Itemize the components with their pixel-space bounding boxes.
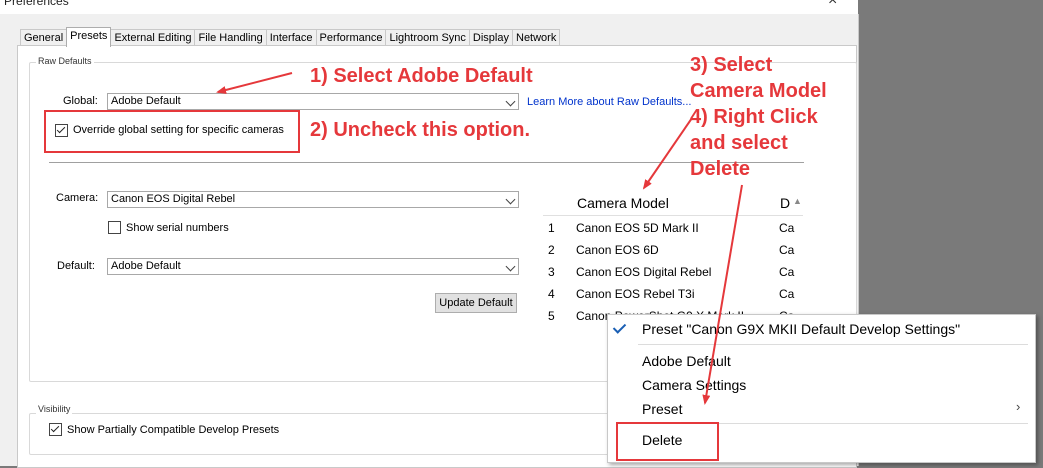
- menu-item-adobe-default[interactable]: Adobe Default: [642, 353, 731, 369]
- show-partial-label: Show Partially Compatible Develop Preset…: [67, 424, 280, 436]
- global-select[interactable]: Adobe Default: [107, 93, 519, 110]
- camera-table: Camera Model D ▲ 1 Canon EOS 5D Mark II …: [543, 190, 803, 330]
- camera-label: Camera:: [56, 192, 99, 204]
- title-bar: Preferences ×: [0, 0, 858, 14]
- override-highlight-box: [44, 110, 300, 153]
- menu-item-preset[interactable]: Preset: [642, 401, 682, 417]
- delete-highlight-box: [616, 422, 719, 461]
- annotation-step3-line2: Camera Model: [690, 80, 827, 102]
- tab-network[interactable]: Network: [512, 29, 561, 46]
- tab-presets[interactable]: Presets: [66, 27, 112, 47]
- annotation-step4-line3: Delete: [690, 158, 751, 180]
- annotation-step4-line1: 4) Right Click: [690, 106, 818, 128]
- chevron-down-icon: [505, 96, 516, 107]
- table-row[interactable]: 1 Canon EOS 5D Mark II Ca: [543, 217, 803, 239]
- chevron-down-icon: [505, 261, 516, 272]
- annotation-step2: 2) Uncheck this option.: [310, 119, 531, 141]
- global-label: Global:: [63, 95, 98, 107]
- table-row[interactable]: 4 Canon EOS Rebel T3i Ca: [543, 283, 803, 305]
- row-default: Ca: [779, 243, 795, 257]
- tab-interface[interactable]: Interface: [265, 29, 317, 46]
- camera-select-value: Canon EOS Digital Rebel: [111, 193, 236, 205]
- row-number: 3: [548, 265, 555, 279]
- tab-external-editing[interactable]: External Editing: [110, 29, 196, 46]
- row-model: Canon EOS 6D: [576, 243, 659, 257]
- column-camera-model[interactable]: Camera Model: [577, 195, 669, 211]
- update-default-button[interactable]: Update Default: [435, 293, 517, 313]
- scroll-up-icon[interactable]: ▲: [793, 196, 802, 206]
- annotation-step1: 1) Select Adobe Default: [310, 65, 533, 87]
- row-model: Canon EOS Rebel T3i: [576, 287, 695, 301]
- default-select-value: Adobe Default: [111, 260, 181, 272]
- row-model: Canon EOS Digital Rebel: [576, 265, 712, 279]
- row-default: Ca: [779, 287, 795, 301]
- show-partial-checkbox[interactable]: [49, 423, 62, 436]
- raw-defaults-group-label: Raw Defaults: [36, 56, 94, 66]
- default-select[interactable]: Adobe Default: [107, 258, 519, 275]
- menu-item-camera-settings[interactable]: Camera Settings: [642, 377, 746, 393]
- annotation-step3-line1: 3) Select: [690, 54, 773, 76]
- camera-table-header: Camera Model D ▲: [543, 190, 803, 216]
- camera-select[interactable]: Canon EOS Digital Rebel: [107, 191, 519, 208]
- row-number: 2: [548, 243, 555, 257]
- row-default: Ca: [779, 221, 795, 235]
- visibility-group-label: Visibility: [36, 404, 73, 414]
- row-model: Canon EOS 5D Mark II: [576, 221, 699, 235]
- tab-file-handling[interactable]: File Handling: [194, 29, 267, 46]
- check-icon: [612, 320, 627, 334]
- row-number: 1: [548, 221, 555, 235]
- close-icon[interactable]: ×: [828, 0, 837, 10]
- default-label: Default:: [57, 260, 95, 272]
- tab-general[interactable]: General: [20, 29, 68, 46]
- row-number: 5: [548, 309, 555, 323]
- menu-item-preset-current[interactable]: Preset "Canon G9X MKII Default Develop S…: [642, 321, 960, 337]
- column-default[interactable]: D: [780, 195, 790, 211]
- tab-lightroom-sync[interactable]: Lightroom Sync: [385, 29, 470, 46]
- show-serial-label: Show serial numbers: [126, 222, 229, 234]
- table-row[interactable]: 2 Canon EOS 6D Ca: [543, 239, 803, 261]
- menu-separator: [638, 344, 1028, 345]
- learn-more-link[interactable]: Learn More about Raw Defaults...: [527, 96, 691, 108]
- chevron-down-icon: [505, 194, 516, 205]
- table-row[interactable]: 3 Canon EOS Digital Rebel Ca: [543, 261, 803, 283]
- tab-strip: General Presets External Editing File Ha…: [20, 27, 561, 47]
- row-number: 4: [548, 287, 555, 301]
- chevron-right-icon: ›: [1016, 399, 1021, 414]
- tab-performance[interactable]: Performance: [315, 29, 387, 46]
- global-select-value: Adobe Default: [111, 95, 181, 107]
- show-serial-checkbox[interactable]: [108, 221, 121, 234]
- row-default: Ca: [779, 265, 795, 279]
- annotation-step4-line2: and select: [690, 132, 788, 154]
- tab-display[interactable]: Display: [468, 29, 513, 46]
- window-title: Preferences: [4, 0, 69, 8]
